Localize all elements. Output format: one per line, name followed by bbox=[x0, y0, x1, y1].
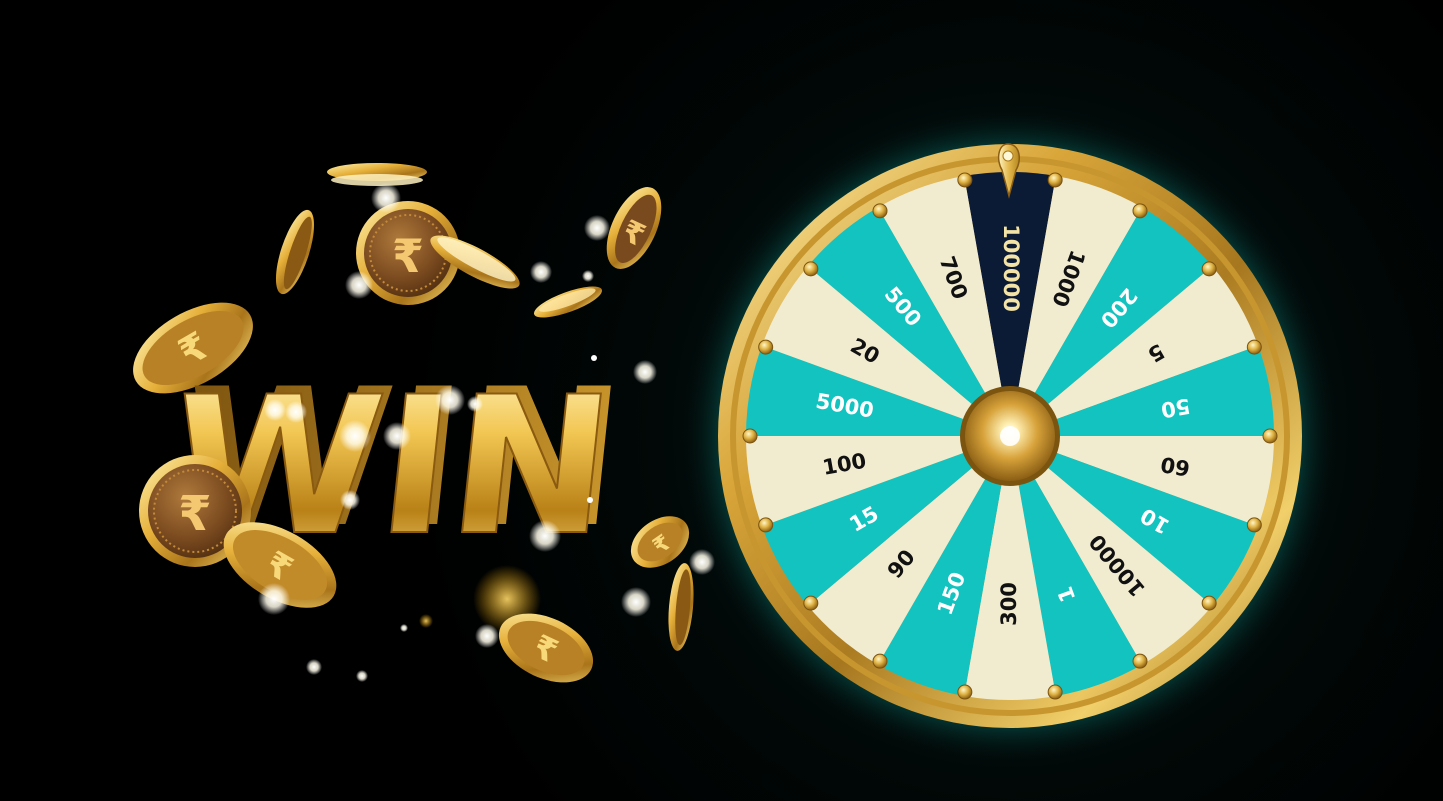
game-scene: ₹ ₹ ₹ WIN WIN ₹ ₹ ₹ ₹ 100000 1000 200 5 … bbox=[0, 0, 1443, 801]
wheel-segment-label: 300 bbox=[997, 582, 1021, 626]
wheel-peg bbox=[1262, 428, 1278, 444]
wheel-peg bbox=[1047, 684, 1063, 700]
wheel-peg bbox=[1201, 595, 1217, 611]
wheel-peg bbox=[758, 339, 774, 355]
prize-wheel[interactable]: 100000 1000 200550601010000130015090151005… bbox=[0, 0, 1443, 801]
wheel-peg bbox=[758, 517, 774, 533]
wheel-peg bbox=[872, 203, 888, 219]
wheel-peg bbox=[1132, 653, 1148, 669]
wheel-peg bbox=[1132, 203, 1148, 219]
wheel-peg bbox=[742, 428, 758, 444]
wheel-peg bbox=[957, 172, 973, 188]
wheel-peg bbox=[872, 653, 888, 669]
wheel-peg bbox=[1246, 517, 1262, 533]
wheel-segment-label: 50 bbox=[1159, 393, 1192, 422]
wheel-peg bbox=[957, 684, 973, 700]
wheel-peg bbox=[1047, 172, 1063, 188]
wheel-peg bbox=[803, 261, 819, 277]
wheel-segment-label: 100000 bbox=[999, 224, 1023, 312]
wheel-segment-label: 60 bbox=[1159, 452, 1192, 481]
hub-shine bbox=[1000, 426, 1020, 446]
wheel-peg bbox=[1201, 261, 1217, 277]
wheel-peg bbox=[803, 595, 819, 611]
wheel-peg bbox=[1246, 339, 1262, 355]
